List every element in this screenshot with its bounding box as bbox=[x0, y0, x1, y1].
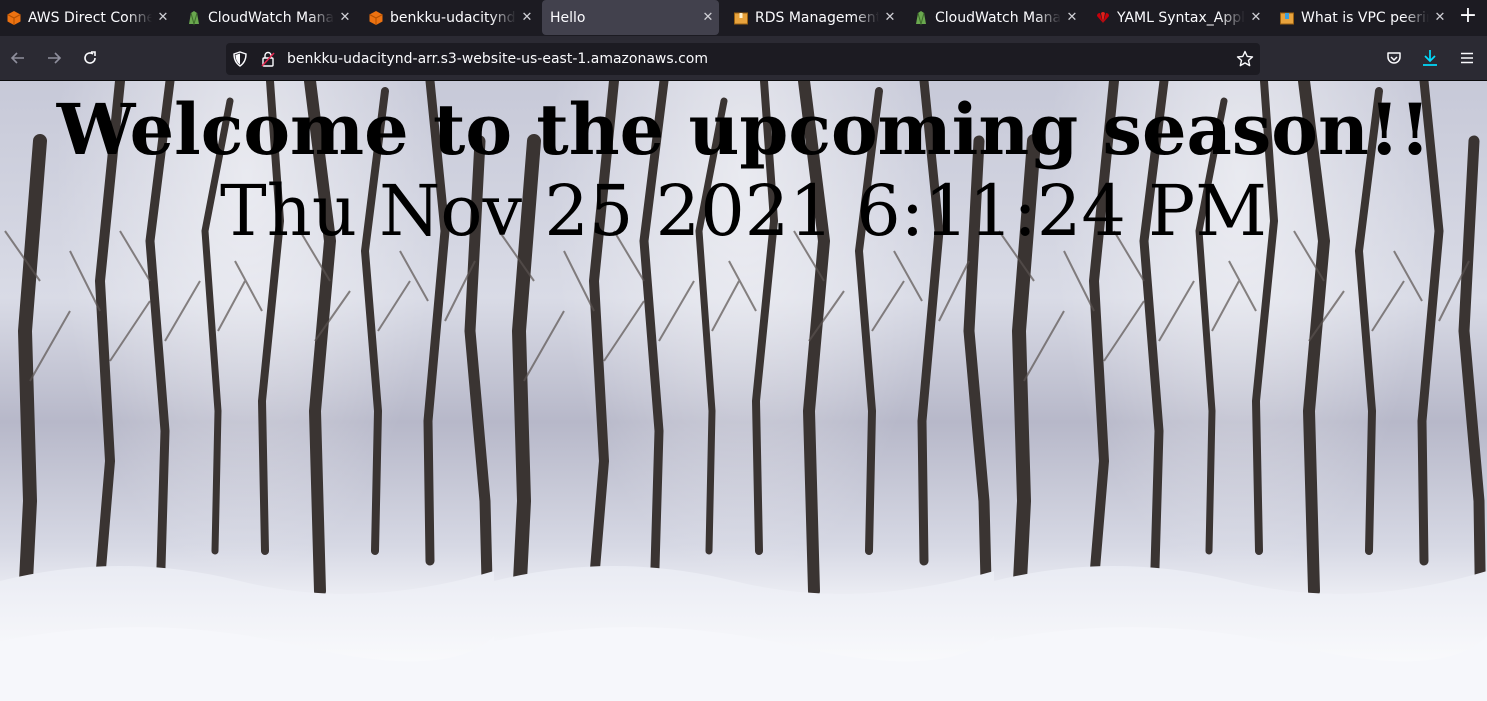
pocket-button[interactable] bbox=[1382, 46, 1406, 70]
tab-yaml-syntax[interactable]: YAML Syntax_Appli ✕ bbox=[1083, 0, 1267, 35]
current-datetime: Thu Nov 25 2021 6:11:24 PM bbox=[220, 170, 1267, 252]
page-heading: Welcome to the upcoming season!! bbox=[56, 88, 1431, 171]
insecure-lock-icon[interactable] bbox=[260, 51, 276, 71]
tab-benkku-udacitynd[interactable]: benkku-udacitynd- ✕ bbox=[356, 0, 538, 35]
close-icon[interactable]: ✕ bbox=[152, 10, 174, 25]
forward-button[interactable] bbox=[42, 46, 66, 70]
pocket-icon bbox=[1387, 52, 1401, 64]
close-icon[interactable]: ✕ bbox=[879, 10, 901, 25]
aws-orange-cube-icon bbox=[368, 10, 384, 26]
tab-cloudwatch-1[interactable]: CloudWatch Manag ✕ bbox=[174, 0, 356, 35]
url-text: benkku-udacitynd-arr.s3-website-us-east-… bbox=[287, 51, 709, 67]
tab-title: RDS Management bbox=[755, 9, 879, 26]
tab-title: AWS Direct Connect bbox=[28, 9, 152, 26]
bookmark-star-icon[interactable] bbox=[1236, 50, 1254, 72]
amazon-package-blue-icon bbox=[1279, 10, 1295, 26]
arrow-left-icon bbox=[10, 52, 24, 64]
tab-aws-direct-connect[interactable]: AWS Direct Connect ✕ bbox=[0, 0, 174, 35]
tab-cloudwatch-2[interactable]: CloudWatch Manag ✕ bbox=[901, 0, 1083, 35]
tab-strip: AWS Direct Connect ✕ CloudWatch Manag ✕ … bbox=[0, 0, 1487, 36]
hamburger-menu-icon bbox=[1461, 52, 1473, 64]
tab-rds-management[interactable]: RDS Management ✕ bbox=[719, 0, 901, 35]
close-icon[interactable]: ✕ bbox=[1061, 10, 1083, 25]
close-icon[interactable]: ✕ bbox=[1429, 10, 1451, 25]
close-icon[interactable]: ✕ bbox=[697, 10, 719, 25]
download-arrow-icon bbox=[1423, 50, 1437, 66]
close-icon[interactable]: ✕ bbox=[334, 10, 356, 25]
new-tab-plus-icon[interactable]: + bbox=[1455, 4, 1481, 30]
app-menu-button[interactable] bbox=[1455, 46, 1479, 70]
tab-title: benkku-udacitynd- bbox=[390, 9, 516, 26]
back-button[interactable] bbox=[6, 46, 30, 70]
tracking-protection-shield-icon[interactable] bbox=[232, 51, 248, 71]
address-bar[interactable]: benkku-udacitynd-arr.s3-website-us-east-… bbox=[226, 43, 1260, 75]
tab-title: What is VPC peerin bbox=[1301, 9, 1429, 26]
close-icon[interactable]: ✕ bbox=[1245, 10, 1267, 25]
tab-title: YAML Syntax_Appli bbox=[1117, 9, 1245, 26]
tab-title: CloudWatch Manag bbox=[935, 9, 1061, 26]
cloudwatch-green-icon bbox=[186, 10, 202, 26]
amazon-package-icon bbox=[733, 10, 749, 26]
tab-hello[interactable]: Hello ✕ bbox=[542, 0, 719, 35]
navigation-toolbar: benkku-udacitynd-arr.s3-website-us-east-… bbox=[0, 36, 1487, 81]
close-icon[interactable]: ✕ bbox=[516, 10, 538, 25]
huawei-red-icon bbox=[1095, 10, 1111, 26]
reload-button[interactable] bbox=[78, 46, 102, 70]
tab-title: CloudWatch Manag bbox=[208, 9, 334, 26]
aws-orange-cube-icon bbox=[6, 10, 22, 26]
arrow-right-icon bbox=[48, 52, 62, 64]
tab-vpc-peering[interactable]: What is VPC peerin ✕ bbox=[1267, 0, 1451, 35]
cloudwatch-green-icon bbox=[913, 10, 929, 26]
reload-icon bbox=[84, 51, 96, 64]
tab-title: Hello bbox=[550, 9, 586, 26]
downloads-button[interactable] bbox=[1418, 46, 1442, 70]
